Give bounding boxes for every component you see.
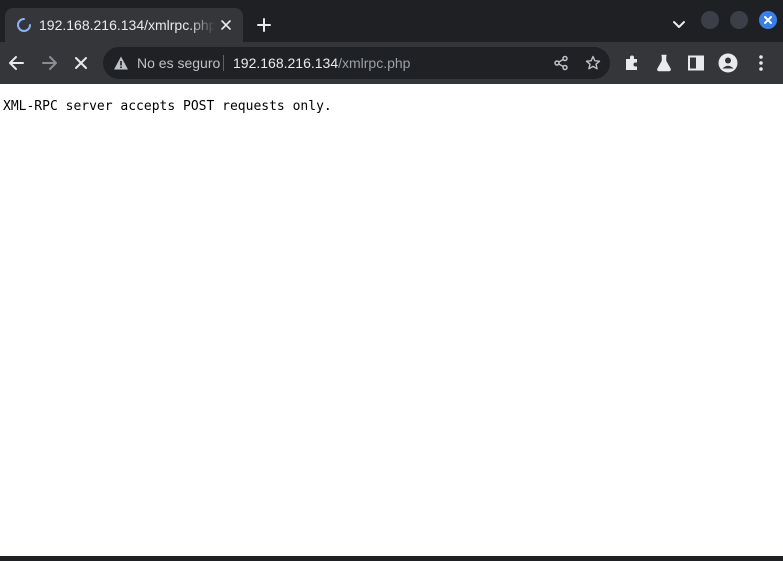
page-content: XML-RPC server accepts POST requests onl… [0, 84, 783, 556]
forward-arrow-right-icon[interactable] [39, 53, 59, 73]
browser-toolbar: No es seguro 192.168.216.134/xmlrpc.php [0, 42, 783, 84]
kebab-menu-icon[interactable] [751, 53, 771, 73]
extensions-puzzle-icon[interactable] [622, 53, 642, 73]
page-text: XML-RPC server accepts POST requests onl… [3, 99, 332, 114]
security-chip-label[interactable]: No es seguro [137, 55, 220, 71]
loading-spinner-icon [17, 18, 31, 32]
profile-icon[interactable] [718, 53, 738, 73]
window-close-button[interactable] [759, 11, 777, 29]
share-icon[interactable] [553, 55, 569, 71]
side-panel-icon[interactable] [686, 53, 706, 73]
stop-loading-close-icon[interactable] [71, 53, 91, 73]
star-icon[interactable] [585, 55, 601, 71]
url-text[interactable]: 192.168.216.134/xmlrpc.php [233, 55, 410, 71]
close-icon [764, 16, 772, 24]
tab-title: 192.168.216.134/xmlrpc.php [39, 17, 215, 33]
new-tab-button[interactable] [255, 16, 273, 34]
window-bottom-edge [0, 556, 783, 561]
tab-close-icon[interactable] [219, 18, 233, 32]
warning-triangle-icon[interactable] [113, 55, 129, 71]
tab-strip: 192.168.216.134/xmlrpc.php [0, 0, 783, 42]
url-host: 192.168.216.134 [233, 55, 339, 71]
window-maximize-button[interactable] [730, 11, 748, 29]
url-path: /xmlrpc.php [338, 55, 411, 71]
window-minimize-button[interactable] [701, 11, 719, 29]
back-arrow-left-icon[interactable] [7, 53, 27, 73]
labs-flask-icon[interactable] [654, 53, 674, 73]
active-tab[interactable]: 192.168.216.134/xmlrpc.php [5, 8, 243, 42]
omnibox-separator [223, 55, 224, 71]
tab-search-chevron-down-icon[interactable] [671, 18, 687, 32]
address-bar[interactable]: No es seguro 192.168.216.134/xmlrpc.php [103, 47, 610, 79]
